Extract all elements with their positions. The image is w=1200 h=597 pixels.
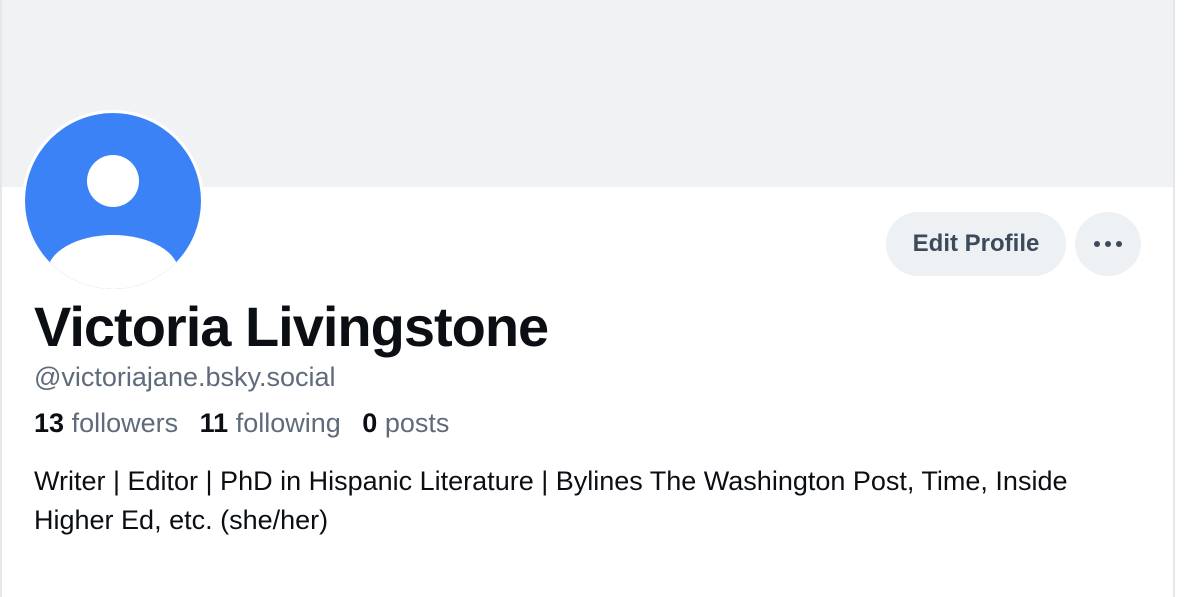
user-silhouette-icon	[47, 155, 179, 289]
posts-count: 0	[362, 408, 378, 438]
following-label: following	[235, 408, 341, 438]
profile-bio: Writer | Editor | PhD in Hispanic Litera…	[34, 466, 1068, 535]
profile-page: Edit Profile Victoria Livingstone @victo…	[0, 0, 1200, 597]
default-user-avatar-icon	[25, 113, 201, 289]
followers-label: followers	[71, 408, 179, 438]
user-handle: @victoriajane.bsky.social	[34, 362, 336, 392]
posts-stat: 0 posts	[362, 408, 449, 438]
following-link[interactable]: 11 following	[200, 408, 341, 438]
following-count: 11	[199, 408, 229, 438]
profile-stats: 13 followers 11 following 0 posts	[34, 406, 463, 440]
avatar[interactable]	[22, 110, 204, 292]
followers-link[interactable]: 13 followers	[34, 408, 178, 438]
edit-profile-button[interactable]: Edit Profile	[886, 212, 1066, 276]
followers-count: 13	[34, 408, 65, 438]
display-name: Victoria Livingstone	[34, 295, 549, 358]
right-border	[1173, 0, 1175, 597]
more-options-button[interactable]	[1075, 212, 1141, 276]
posts-label: posts	[384, 408, 450, 438]
more-horizontal-icon	[1094, 241, 1122, 247]
